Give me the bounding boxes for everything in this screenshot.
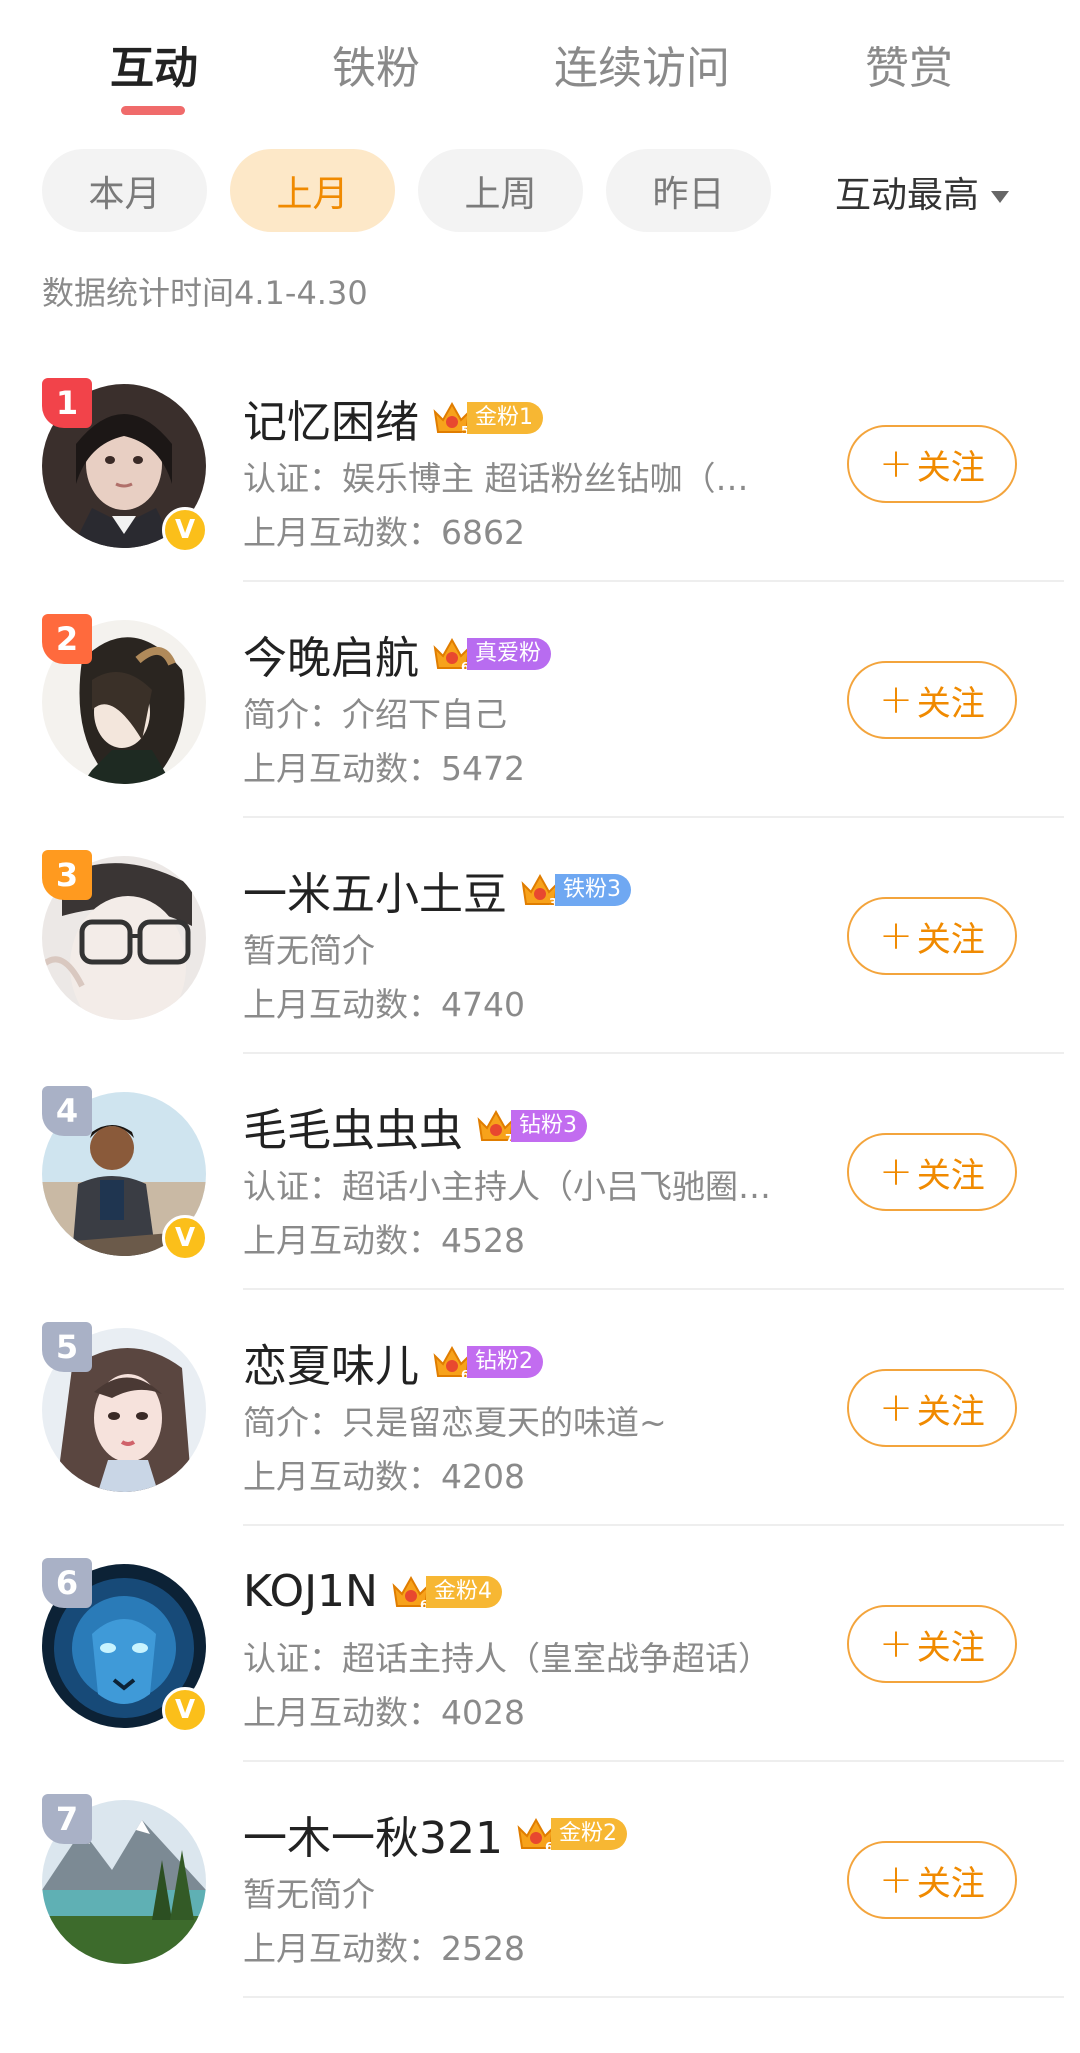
name-line: 今晚启航 6 真爱粉 [243, 622, 552, 686]
user-description: 暂无简介 [243, 931, 375, 970]
interaction-count: 上月互动数：4208 [243, 1457, 525, 1496]
user-description: 简介：只是留恋夏天的味道~ [243, 1403, 667, 1442]
filter-yesterday[interactable]: 昨日 [606, 149, 771, 232]
rank-badge: 7 [42, 1794, 92, 1844]
user-description: 暂无简介 [243, 1875, 375, 1914]
rank-badge: 3 [42, 850, 92, 900]
interaction-count: 上月互动数：4528 [243, 1221, 525, 1260]
fan-level-label: 铁粉3 [555, 874, 631, 906]
user-name[interactable]: 恋夏味儿 [243, 1330, 419, 1394]
filter-last-month[interactable]: 上月 [230, 149, 395, 232]
active-tab-indicator [121, 106, 185, 115]
follow-button[interactable]: + 关注 [847, 1133, 1017, 1211]
rank-badge: 1 [42, 378, 92, 428]
fan-row[interactable]: 2 今晚启航 6 真爱粉简介：介绍下自己 上月互动数：5472 + 关注 [0, 582, 1080, 818]
follow-label: 关注 [916, 683, 985, 724]
follow-label: 关注 [916, 1863, 985, 1904]
name-line: KOJ1N 6 金粉4 [243, 1566, 502, 1617]
verified-v-icon: V [162, 507, 208, 553]
user-name[interactable]: 一木一秋321 [243, 1802, 503, 1866]
plus-icon: + [879, 913, 913, 959]
filter-last-week[interactable]: 上周 [418, 149, 583, 232]
fan-level-label: 钻粉3 [511, 1110, 587, 1142]
fan-row[interactable]: 7 一木一秋321 6 金粉2 暂无简介上月互动数：2528 + 关注 [0, 1762, 1080, 1998]
tab-interaction[interactable]: 互动 [110, 32, 198, 96]
follow-button[interactable]: + 关注 [847, 1605, 1017, 1683]
plus-icon: + [879, 441, 913, 487]
fan-row[interactable]: 3 一米五小土豆 3 铁粉3 暂无简介上月互动数：4740 + 关注 [0, 818, 1080, 1054]
fan-row[interactable]: 5 恋夏味儿 6 钻粉2 简介：只是留恋夏天的味道~ 上月互动数：4208 + 关注 [0, 1290, 1080, 1526]
follow-button[interactable]: + 关注 [847, 897, 1017, 975]
fan-level-label: 金粉4 [425, 1575, 502, 1608]
interaction-count: 上月互动数：4028 [243, 1693, 525, 1732]
follow-button[interactable]: + 关注 [847, 661, 1017, 739]
user-name[interactable]: 今晚启航 [243, 622, 419, 686]
fan-level-badge: 6 金粉4 [390, 1572, 502, 1612]
follow-label: 关注 [916, 447, 985, 488]
fan-row[interactable]: 1 V 记忆困绪 5 金粉1 认证：娱乐博主 超话粉丝钻咖（… 上月互动数：6862 + 关注 [0, 346, 1080, 582]
tab-consecutive-visits[interactable]: 连续访问 [554, 32, 730, 96]
fan-level-label: 钻粉2 [467, 1346, 543, 1378]
user-name[interactable]: 毛毛虫虫虫 [243, 1094, 463, 1158]
user-description: 简介：介绍下自己 [243, 695, 507, 734]
stat-period: 数据统计时间4.1-4.30 [42, 274, 368, 312]
plus-icon: + [879, 677, 913, 723]
verified-v-icon: V [162, 1215, 208, 1261]
follow-button[interactable]: + 关注 [847, 1841, 1017, 1919]
name-line: 一米五小土豆 3 铁粉3 [243, 858, 631, 922]
plus-icon: + [879, 1385, 913, 1431]
name-line: 记忆困绪 5 金粉1 [243, 386, 543, 450]
user-description: 认证：超话主持人（皇室战争超话） [243, 1639, 771, 1678]
follow-label: 关注 [916, 1155, 985, 1196]
follow-button[interactable]: + 关注 [847, 425, 1017, 503]
user-description: 认证：超话小主持人（小吕飞驰圈… [243, 1167, 771, 1206]
fan-level-badge: 6 真爱粉 [431, 634, 552, 674]
fan-level-badge: 6 金粉2 [515, 1814, 627, 1854]
follow-label: 关注 [916, 1391, 985, 1432]
plus-icon: + [879, 1621, 913, 1667]
name-line: 毛毛虫虫虫 7 钻粉3 [243, 1094, 587, 1158]
fan-row[interactable]: 4 V 毛毛虫虫虫 7 钻粉3 认证：超话小主持人（小吕飞驰圈… 上月互动数：4528 + 关注 [0, 1054, 1080, 1290]
rank-badge: 6 [42, 1558, 92, 1608]
fan-level-label: 金粉2 [550, 1818, 627, 1850]
interaction-count: 上月互动数：6862 [243, 513, 525, 552]
rank-badge: 5 [42, 1322, 92, 1372]
caret-down-icon [991, 191, 1010, 203]
name-line: 一木一秋321 6 金粉2 [243, 1802, 627, 1866]
interaction-count: 上月互动数：2528 [243, 1929, 525, 1968]
fan-level-badge: 7 钻粉3 [475, 1106, 587, 1146]
sort-label: 互动最高 [835, 175, 980, 216]
row-divider [243, 1996, 1064, 1998]
fan-level-label: 金粉1 [467, 402, 543, 434]
fan-level-label: 真爱粉 [467, 638, 552, 670]
interaction-count: 上月互动数：4740 [243, 985, 525, 1024]
follow-button[interactable]: + 关注 [847, 1369, 1017, 1447]
follow-label: 关注 [916, 1627, 985, 1668]
rank-badge: 4 [42, 1086, 92, 1136]
fan-level-badge: 6 钻粉2 [431, 1342, 543, 1382]
user-name[interactable]: KOJ1N [243, 1566, 378, 1617]
verified-v-icon: V [162, 1687, 208, 1733]
follow-label: 关注 [916, 919, 985, 960]
user-description: 认证：娱乐博主 超话粉丝钻咖（… [243, 459, 749, 498]
plus-icon: + [879, 1857, 913, 1903]
fan-level-badge: 5 金粉1 [431, 398, 543, 438]
interaction-count: 上月互动数：5472 [243, 749, 525, 788]
sort-dropdown[interactable]: 互动最高 [835, 166, 1010, 218]
user-name[interactable]: 一米五小土豆 [243, 858, 507, 922]
filter-this-month[interactable]: 本月 [42, 149, 207, 232]
tab-iron-fans[interactable]: 铁粉 [332, 32, 420, 96]
fan-level-badge: 3 铁粉3 [519, 870, 631, 910]
rank-badge: 2 [42, 614, 92, 664]
plus-icon: + [879, 1149, 913, 1195]
tab-tips[interactable]: 赞赏 [865, 32, 953, 96]
name-line: 恋夏味儿 6 钻粉2 [243, 1330, 543, 1394]
fan-row[interactable]: 6 V KOJ1N 6 金粉4 认证：超话主持人（皇室战争超话） 上月互动数：4028 + 关注 [0, 1526, 1080, 1762]
top-tab-bar: 互动 铁粉 连续访问 赞赏 [0, 0, 1080, 130]
user-name[interactable]: 记忆困绪 [243, 386, 419, 450]
